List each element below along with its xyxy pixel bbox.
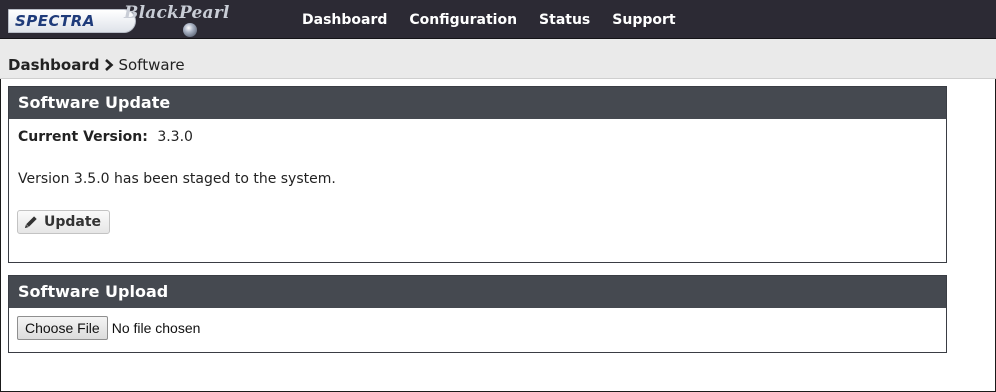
brand-logo[interactable]: SPECTRA BlackPearl	[8, 3, 229, 37]
software-update-panel: Software Update Current Version: 3.3.0 V…	[8, 86, 947, 263]
breadcrumb: Dashboard Software	[8, 56, 185, 74]
pencil-icon	[24, 216, 37, 229]
spectra-logo-text: SPECTRA	[15, 12, 95, 30]
current-version-label: Current Version:	[18, 129, 148, 145]
nav-status[interactable]: Status	[539, 12, 590, 28]
software-upload-panel: Software Upload Choose File No file chos…	[8, 275, 947, 353]
update-button-label: Update	[44, 214, 102, 230]
update-button[interactable]: Update	[17, 210, 111, 234]
staged-message: Version 3.5.0 has been staged to the sys…	[18, 171, 336, 187]
nav-support[interactable]: Support	[612, 12, 675, 28]
current-version-row: Current Version: 3.3.0	[18, 129, 193, 145]
software-upload-title: Software Upload	[9, 276, 946, 308]
top-navigation-bar: SPECTRA BlackPearl Dashboard Configurati…	[0, 0, 996, 39]
spectra-logo: SPECTRA	[8, 9, 136, 33]
file-status-text: No file chosen	[111, 320, 201, 336]
choose-file-button[interactable]: Choose File	[17, 316, 108, 340]
chevron-right-icon	[104, 56, 114, 74]
software-update-title: Software Update	[9, 87, 946, 119]
current-version-value: 3.3.0	[157, 129, 193, 145]
pearl-orb-icon	[183, 23, 197, 37]
main-nav: Dashboard Configuration Status Support	[302, 0, 698, 39]
file-input: Choose File No file chosen	[17, 316, 200, 340]
breadcrumb-home[interactable]: Dashboard	[8, 56, 99, 74]
blackpearl-logo-text: BlackPearl	[124, 3, 230, 23]
nav-configuration[interactable]: Configuration	[409, 12, 517, 28]
breadcrumb-current: Software	[118, 56, 185, 74]
nav-dashboard[interactable]: Dashboard	[302, 12, 387, 28]
